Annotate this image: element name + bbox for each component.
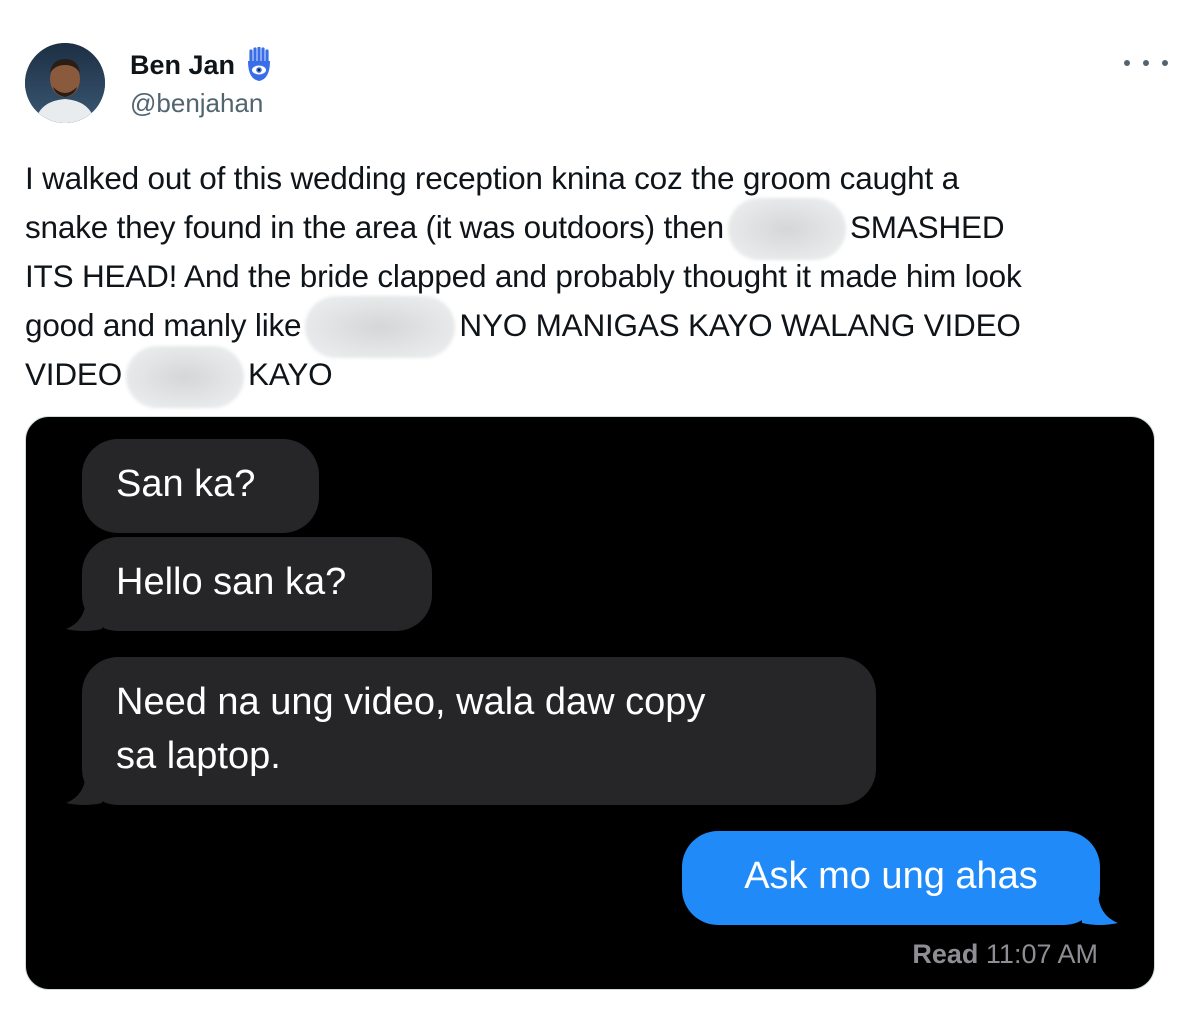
bubble-tail (66, 593, 102, 631)
author-handle[interactable]: @benjahan (130, 88, 263, 119)
dot (1143, 60, 1149, 66)
tweet-line: snake they found in the area (it was out… (25, 208, 724, 245)
author-display-name[interactable]: Ben Jan (130, 50, 235, 81)
incoming-message-bubble: Need na ung video, wala daw copy sa lapt… (82, 657, 876, 805)
tweet-line: I walked out of this wedding reception k… (25, 160, 959, 196)
previous-tweet-remnant (130, 0, 240, 4)
tweet-text: I walked out of this wedding reception k… (25, 154, 1165, 409)
tweet-line: VIDEO (25, 356, 123, 393)
blurred-redaction (126, 346, 245, 409)
tweet-line: KAYO (248, 356, 333, 393)
message-text: Need na ung video, wala daw copy (116, 681, 706, 723)
avatar[interactable] (25, 43, 105, 123)
incoming-message-bubble: San ka? (82, 439, 319, 533)
tweet-line: SMASHED (849, 208, 1005, 245)
tweet-page: Ben Jan @benjahan I walked out of this w… (0, 0, 1188, 1026)
author-name-row: Ben Jan (130, 46, 275, 84)
message-text: San ka? (116, 463, 256, 505)
ellipsis-icon[interactable] (1124, 48, 1168, 78)
incoming-message-bubble: Hello san ka? (82, 537, 432, 631)
message-text: sa laptop. (116, 735, 281, 777)
message-text: Hello san ka? (116, 561, 347, 603)
message-text: Ask mo ung ahas (744, 855, 1038, 897)
dot (1124, 60, 1130, 66)
tweet-line: good and manly like (25, 306, 302, 343)
tweet-line: NYO MANIGAS KAYO WALANG VIDEO (459, 306, 1021, 343)
hamsa-hand-icon (243, 46, 275, 83)
bubble-tail (66, 767, 102, 805)
read-time: 11:07 AM (985, 939, 1098, 969)
blurred-redaction (305, 296, 456, 359)
tweet-line: ITS HEAD! And the bride clapped and prob… (25, 258, 1022, 295)
blurred-redaction (727, 198, 846, 261)
bubble-tail (1082, 887, 1118, 925)
outgoing-message-bubble: Ask mo ung ahas (682, 831, 1100, 925)
attached-image[interactable]: San ka? Hello san ka? Need na ung video,… (25, 416, 1155, 990)
read-label: Read (912, 939, 979, 969)
dot (1162, 60, 1168, 66)
read-receipt: Read 11:07 AM (912, 939, 1098, 970)
